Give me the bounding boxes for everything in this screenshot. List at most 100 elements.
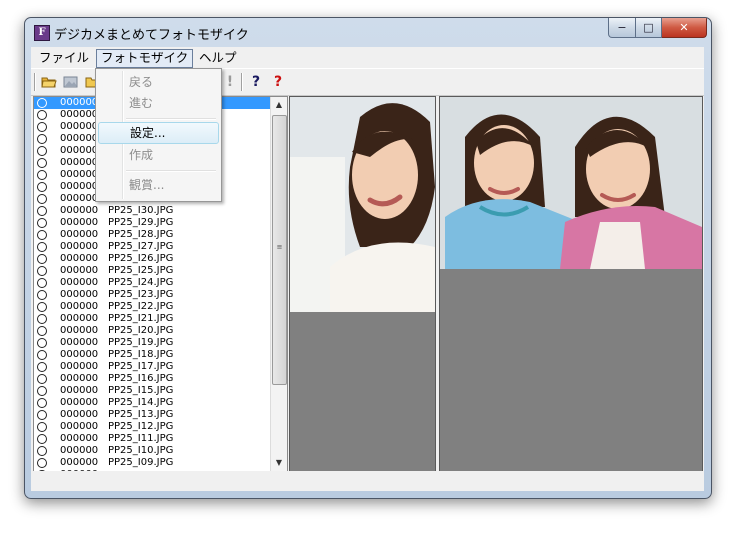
list-item[interactable]: 000000 PP25_I26.JPG: [34, 253, 270, 265]
scroll-up-icon[interactable]: ▲: [271, 97, 287, 113]
list-item-filename: PP25_I27.JPG: [108, 241, 174, 252]
radio-icon[interactable]: [37, 446, 47, 456]
open-folder-icon[interactable]: [40, 73, 58, 91]
radio-icon[interactable]: [37, 158, 47, 168]
list-item-number: 000000: [60, 313, 99, 324]
list-item[interactable]: 000000 PP25_I20.JPG: [34, 325, 270, 337]
radio-icon[interactable]: [37, 218, 47, 228]
list-item-number: 000000: [60, 205, 99, 216]
list-item[interactable]: 000000 PP25_I27.JPG: [34, 241, 270, 253]
radio-icon[interactable]: [37, 410, 47, 420]
list-item[interactable]: 000000 PP25_I15.JPG: [34, 385, 270, 397]
list-item[interactable]: 000000 PP25_I23.JPG: [34, 289, 270, 301]
menu-separator: [126, 170, 216, 172]
radio-icon[interactable]: [37, 326, 47, 336]
list-item[interactable]: 000000 PP25_I11.JPG: [34, 433, 270, 445]
close-button[interactable]: ✕: [662, 18, 707, 38]
radio-icon[interactable]: [37, 110, 47, 120]
minimize-button[interactable]: −: [608, 18, 636, 38]
vertical-scrollbar[interactable]: ▲ ≡ ▼: [270, 97, 287, 471]
menu-help[interactable]: ヘルプ: [195, 49, 241, 66]
list-item-number: 000000: [60, 457, 99, 468]
menu-item-create[interactable]: 作成: [98, 145, 217, 166]
list-item-filename: PP25_I12.JPG: [108, 421, 174, 432]
radio-icon[interactable]: [37, 98, 47, 108]
help-icon[interactable]: ?: [247, 73, 265, 91]
list-item[interactable]: 000000 PP25_I10.JPG: [34, 445, 270, 457]
photomosaic-menu: 戻る 進む 設定... 作成 観賞...: [95, 68, 222, 202]
stop-icon[interactable]: !: [221, 73, 239, 91]
list-item-number: 000000: [60, 253, 99, 264]
scroll-thumb[interactable]: ≡: [272, 115, 287, 385]
radio-icon[interactable]: [37, 182, 47, 192]
list-item[interactable]: 000000 PP25_I17.JPG: [34, 361, 270, 373]
radio-icon[interactable]: [37, 206, 47, 216]
list-item-number: 000000: [60, 157, 99, 168]
list-item-number: 000000: [60, 337, 99, 348]
list-item-filename: PP25_I11.JPG: [108, 433, 174, 444]
radio-icon[interactable]: [37, 314, 47, 324]
context-help-icon[interactable]: ?: [269, 73, 287, 91]
radio-icon[interactable]: [37, 386, 47, 396]
list-item-number: 000000: [60, 217, 99, 228]
list-item-filename: PP25_I23.JPG: [108, 289, 174, 300]
radio-icon[interactable]: [37, 242, 47, 252]
radio-icon[interactable]: [37, 290, 47, 300]
list-item-filename: PP25_I17.JPG: [108, 361, 174, 372]
image-icon[interactable]: [62, 73, 80, 91]
list-item-filename: PP25_I25.JPG: [108, 265, 174, 276]
list-item[interactable]: 000000 PP25_I29.JPG: [34, 217, 270, 229]
menu-photomosaic[interactable]: フォトモザイク: [96, 49, 194, 68]
list-item[interactable]: 000000 PP25_I21.JPG: [34, 313, 270, 325]
radio-icon[interactable]: [37, 338, 47, 348]
radio-icon[interactable]: [37, 122, 47, 132]
radio-icon[interactable]: [37, 170, 47, 180]
list-item-filename: PP25_I13.JPG: [108, 409, 174, 420]
list-item-filename: PP25_I21.JPG: [108, 313, 174, 324]
list-item[interactable]: 000000 PP25_I25.JPG: [34, 265, 270, 277]
radio-icon[interactable]: [37, 266, 47, 276]
menu-file[interactable]: ファイル: [35, 49, 93, 66]
list-item[interactable]: 000000 PP25_I28.JPG: [34, 229, 270, 241]
list-item-filename: PP25_I09.JPG: [108, 457, 174, 468]
list-item-number: 000000: [60, 241, 99, 252]
radio-icon[interactable]: [37, 194, 47, 204]
title-bar[interactable]: F デジカメまとめてフォトモザイク − □ ✕: [25, 18, 711, 46]
radio-icon[interactable]: [37, 302, 47, 312]
menu-item-view[interactable]: 観賞...: [98, 175, 217, 196]
list-item-number: 000000: [60, 193, 99, 204]
radio-icon[interactable]: [37, 230, 47, 240]
menu-item-back[interactable]: 戻る: [98, 72, 217, 93]
radio-icon[interactable]: [37, 350, 47, 360]
list-item[interactable]: 000000 PP25_I12.JPG: [34, 421, 270, 433]
radio-icon[interactable]: [37, 278, 47, 288]
menu-separator: [126, 118, 216, 120]
radio-icon[interactable]: [37, 422, 47, 432]
list-item[interactable]: 000000 PP25_I24.JPG: [34, 277, 270, 289]
maximize-button[interactable]: □: [636, 18, 662, 38]
list-item[interactable]: 000000 PP25_I09.JPG: [34, 457, 270, 469]
radio-icon[interactable]: [37, 374, 47, 384]
list-item[interactable]: 000000 PP25_I22.JPG: [34, 301, 270, 313]
list-item-filename: PP25_I14.JPG: [108, 397, 174, 408]
radio-icon[interactable]: [37, 398, 47, 408]
radio-icon[interactable]: [37, 362, 47, 372]
radio-icon[interactable]: [37, 434, 47, 444]
list-item[interactable]: 000000 PP25_I16.JPG: [34, 373, 270, 385]
list-item-number: 000000: [60, 373, 99, 384]
radio-icon[interactable]: [37, 134, 47, 144]
list-item[interactable]: 000000 PP25_I30.JPG: [34, 205, 270, 217]
minimize-icon: −: [617, 21, 627, 34]
radio-icon[interactable]: [37, 458, 47, 468]
scroll-down-icon[interactable]: ▼: [271, 455, 287, 471]
list-item[interactable]: 000000 PP25_I19.JPG: [34, 337, 270, 349]
list-item[interactable]: 000000 PP25_I18.JPG: [34, 349, 270, 361]
list-item-number: 000000: [60, 145, 99, 156]
list-item[interactable]: 000000 PP25_I13.JPG: [34, 409, 270, 421]
list-item[interactable]: 000000 PP25_I14.JPG: [34, 397, 270, 409]
menu-item-settings[interactable]: 設定...: [98, 122, 219, 144]
radio-icon[interactable]: [37, 146, 47, 156]
radio-icon[interactable]: [37, 254, 47, 264]
menu-item-forward[interactable]: 進む: [98, 93, 217, 114]
list-item-number: 000000: [60, 349, 99, 360]
